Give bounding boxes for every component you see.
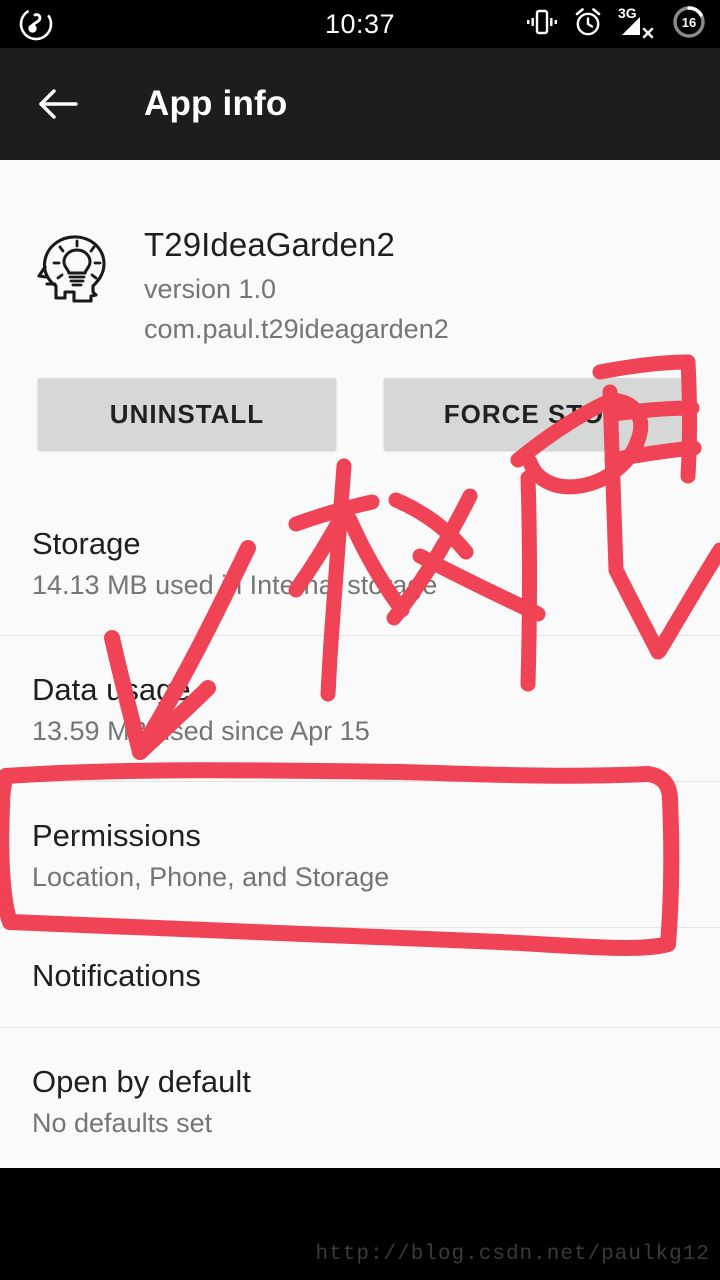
row-title: Notifications <box>32 958 201 993</box>
list-item-notifications[interactable]: Notifications <box>0 928 720 1028</box>
phone-screen: 10:37 3G 16 App info T29IdeaGarden2 vers… <box>0 0 720 1280</box>
row-subtitle: 14.13 MB used in Internal storage <box>32 570 438 600</box>
signal-3g-icon: 3G <box>618 5 658 44</box>
app-identity-header: T29IdeaGarden2 version 1.0 com.paul.t29i… <box>0 190 720 344</box>
settings-list: Storage 14.13 MB used in Internal storag… <box>0 490 720 1168</box>
row-title: Open by default <box>32 1064 251 1099</box>
row-subtitle: Location, Phone, and Storage <box>32 862 390 892</box>
action-button-row: UNINSTALL FORCE STOP <box>0 378 720 456</box>
app-package-name: com.paul.t29ideagarden2 <box>144 314 449 344</box>
page-title: App info <box>144 84 288 123</box>
row-title: Permissions <box>32 818 201 853</box>
app-bar: App info <box>0 48 720 160</box>
row-title: Data usage <box>32 672 191 707</box>
alarm-clock-icon <box>572 6 604 43</box>
app-info-content: T29IdeaGarden2 version 1.0 com.paul.t29i… <box>0 160 720 1168</box>
watermark-url: http://blog.csdn.net/paulkg12 <box>315 1243 710 1266</box>
row-subtitle: 13.59 MB used since Apr 15 <box>32 716 370 746</box>
app-name: T29IdeaGarden2 <box>144 226 395 263</box>
row-title: Storage <box>32 526 141 561</box>
list-item-data-usage[interactable]: Data usage 13.59 MB used since Apr 15 <box>0 636 720 782</box>
svg-text:3G: 3G <box>618 5 637 21</box>
force-stop-button[interactable]: FORCE STOP <box>384 378 682 450</box>
uninstall-button[interactable]: UNINSTALL <box>38 378 336 450</box>
list-item-open-by-default[interactable]: Open by default No defaults set <box>0 1028 720 1168</box>
battery-icon: 16 <box>672 5 706 44</box>
list-item-storage[interactable]: Storage 14.13 MB used in Internal storag… <box>0 490 720 636</box>
vibrate-icon <box>526 7 558 42</box>
row-subtitle: No defaults set <box>32 1108 213 1138</box>
battery-level-label: 16 <box>682 15 696 30</box>
head-lightbulb-idea-icon <box>34 226 118 310</box>
status-bar: 10:37 3G 16 <box>0 0 720 48</box>
status-bar-icons: 3G 16 <box>526 0 706 48</box>
list-item-permissions[interactable]: Permissions Location, Phone, and Storage <box>0 782 720 928</box>
back-arrow-icon[interactable] <box>32 78 84 130</box>
app-version: version 1.0 <box>144 274 277 304</box>
